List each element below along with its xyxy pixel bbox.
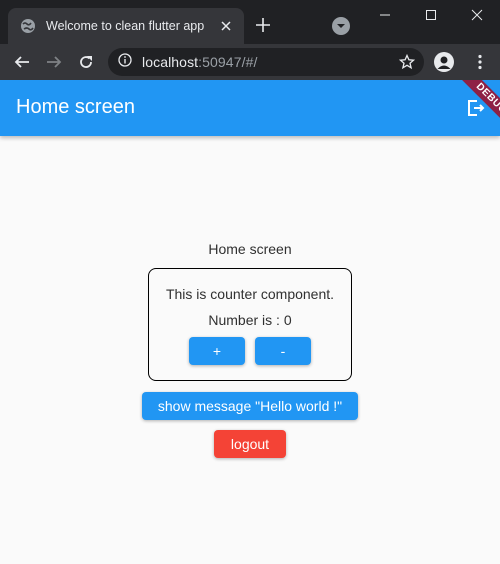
browser-toolbar: localhost:50947/#/: [0, 44, 500, 80]
counter-description: This is counter component.: [165, 286, 335, 302]
app-viewport: Home screen DEBUG Home screen This is co…: [0, 80, 500, 564]
app-bar: Home screen DEBUG: [0, 80, 500, 136]
url-text: localhost:50947/#/: [142, 54, 257, 70]
globe-icon: [20, 18, 36, 34]
reload-icon[interactable]: [74, 50, 98, 74]
minimize-icon[interactable]: [362, 0, 408, 30]
tab-title: Welcome to clean flutter app: [46, 19, 205, 33]
increment-button[interactable]: +: [189, 337, 245, 365]
profile-avatar-icon[interactable]: [434, 52, 454, 72]
url-path: :50947/#/: [198, 54, 258, 70]
app-bar-title: Home screen: [16, 96, 135, 118]
show-message-button[interactable]: show message "Hello world !": [142, 392, 358, 420]
logout-button[interactable]: logout: [214, 430, 286, 458]
browser-tab[interactable]: Welcome to clean flutter app: [8, 8, 244, 44]
info-icon[interactable]: [118, 52, 132, 72]
address-bar[interactable]: localhost:50947/#/: [108, 48, 424, 76]
tab-search-icon[interactable]: [332, 17, 350, 35]
forward-icon[interactable]: [42, 50, 66, 74]
home-screen-label: Home screen: [208, 241, 292, 257]
counter-component: This is counter component. Number is : 0…: [148, 268, 352, 381]
maximize-icon[interactable]: [408, 0, 454, 30]
bookmark-star-icon[interactable]: [398, 53, 416, 71]
counter-number: Number is : 0: [208, 312, 292, 328]
url-host: localhost: [142, 54, 199, 70]
browser-tabstrip: Welcome to clean flutter app: [0, 0, 500, 44]
back-icon[interactable]: [10, 50, 34, 74]
browser-menu-icon[interactable]: [470, 52, 490, 72]
decrement-button[interactable]: -: [255, 337, 311, 365]
new-tab-icon[interactable]: [254, 16, 272, 34]
close-tab-icon[interactable]: [218, 18, 234, 34]
close-window-icon[interactable]: [454, 0, 500, 30]
